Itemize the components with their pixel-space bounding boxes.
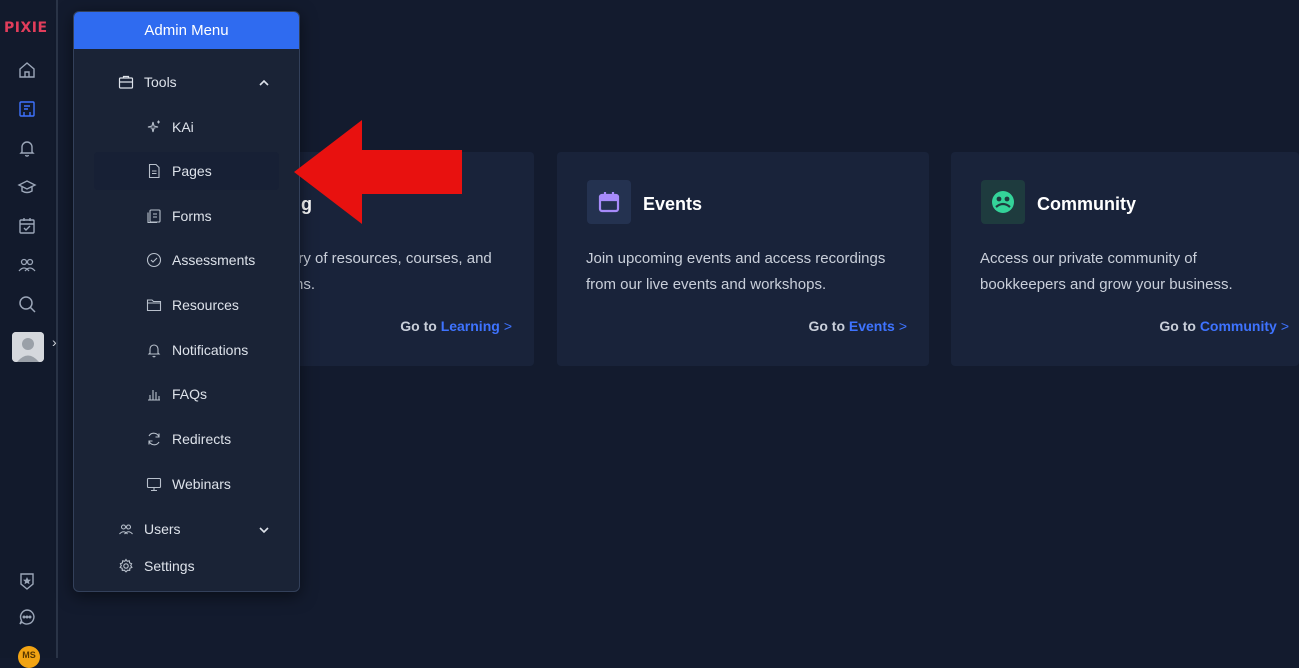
events-card: Events Join upcoming events and access r…	[557, 152, 929, 366]
bell-icon	[147, 344, 161, 358]
menu-item-label: Pages	[172, 163, 212, 179]
library-icon[interactable]	[17, 99, 37, 119]
menu-item-faqs[interactable]: FAQs	[146, 386, 207, 402]
menu-item-assessments[interactable]: Assessments	[146, 252, 255, 268]
menu-item-label: KAi	[172, 119, 194, 135]
go-to-community-link[interactable]: Go to Community >	[1159, 318, 1289, 334]
menu-item-label: FAQs	[172, 386, 208, 402]
chevron-right-icon[interactable]: ›	[52, 334, 57, 350]
avatar[interactable]	[12, 332, 44, 362]
calendar-check-icon[interactable]	[17, 216, 37, 236]
menu-item-label: Webinars	[172, 476, 231, 492]
menu-item-label: Forms	[172, 208, 212, 224]
link-target: Events	[848, 318, 895, 334]
admin-menu-header[interactable]: Admin Menu	[74, 12, 299, 49]
check-circle-icon	[146, 252, 162, 268]
link-prefix: Go to	[1159, 318, 1196, 334]
chevron-right-icon: >	[503, 318, 512, 334]
link-prefix: Go to	[400, 318, 437, 334]
link-target: Community	[1199, 318, 1277, 334]
folder-icon	[146, 299, 162, 312]
calendar-icon	[587, 180, 631, 224]
menu-item-redirects[interactable]: Redirects	[146, 431, 231, 447]
menu-item-label: Settings	[144, 558, 195, 574]
red-annotation-arrow	[294, 120, 462, 224]
pixie-logo[interactable]: PIXIE	[4, 20, 48, 36]
chevron-down-icon[interactable]	[257, 523, 271, 542]
users-icon[interactable]	[17, 255, 37, 275]
home-icon[interactable]	[17, 60, 37, 80]
chevron-up-icon[interactable]	[257, 76, 271, 95]
briefcase-icon	[118, 75, 134, 89]
user-initials-badge[interactable]: MS	[18, 646, 40, 668]
menu-item-label: Notifications	[172, 342, 249, 358]
card-title: Events	[643, 194, 703, 214]
chevron-right-icon: >	[1280, 318, 1289, 334]
menu-item-resources[interactable]: Resources	[146, 297, 239, 313]
link-prefix: Go to	[808, 318, 845, 334]
users-menu-item[interactable]: Users	[118, 521, 181, 537]
refresh-icon	[148, 432, 160, 446]
menu-item-webinars[interactable]: Webinars	[146, 476, 231, 492]
admin-menu: Admin Menu Tools KAi Pages Forms Assessm…	[73, 11, 300, 592]
settings-menu-item[interactable]: Settings	[118, 558, 195, 574]
menu-item-forms[interactable]: Forms	[146, 208, 212, 224]
left-rail: PIXIE › MS	[0, 0, 58, 668]
menu-item-kai[interactable]: KAi	[146, 119, 194, 135]
chat-icon[interactable]	[17, 607, 37, 627]
menu-item-label: Resources	[172, 297, 239, 313]
card-description: Join upcoming events and access recordin…	[586, 250, 886, 293]
users-icon	[119, 524, 133, 535]
chevron-right-icon: >	[898, 318, 907, 334]
bell-icon[interactable]	[17, 138, 37, 158]
search-icon[interactable]	[17, 294, 37, 314]
forms-icon	[147, 209, 161, 224]
card-description: ary of resources, courses, and rns.	[290, 250, 492, 293]
tools-menu-item[interactable]: Tools	[118, 74, 177, 90]
monitor-icon	[146, 477, 162, 492]
gear-icon	[119, 558, 133, 573]
go-to-events-link[interactable]: Go to Events >	[808, 318, 907, 334]
menu-item-label: Redirects	[172, 431, 232, 447]
graduation-cap-icon[interactable]	[17, 177, 37, 197]
community-card: Community Access our private community o…	[951, 152, 1299, 366]
page-icon	[148, 163, 160, 179]
sparkle-icon	[147, 120, 160, 133]
card-description: Access our private community of bookkeep…	[980, 250, 1233, 293]
link-target: Learning	[440, 318, 500, 334]
menu-item-label: Assessments	[172, 252, 256, 268]
menu-item-label: Users	[144, 521, 181, 537]
card-title: Community	[1037, 194, 1136, 214]
go-to-learning-link[interactable]: Go to Learning >	[400, 318, 512, 334]
bar-chart-icon	[148, 390, 160, 401]
menu-item-notifications[interactable]: Notifications	[146, 342, 248, 358]
star-badge-icon[interactable]	[17, 571, 37, 591]
community-icon	[981, 180, 1025, 224]
menu-item-pages[interactable]: Pages	[146, 163, 212, 179]
menu-item-label: Tools	[144, 74, 177, 90]
